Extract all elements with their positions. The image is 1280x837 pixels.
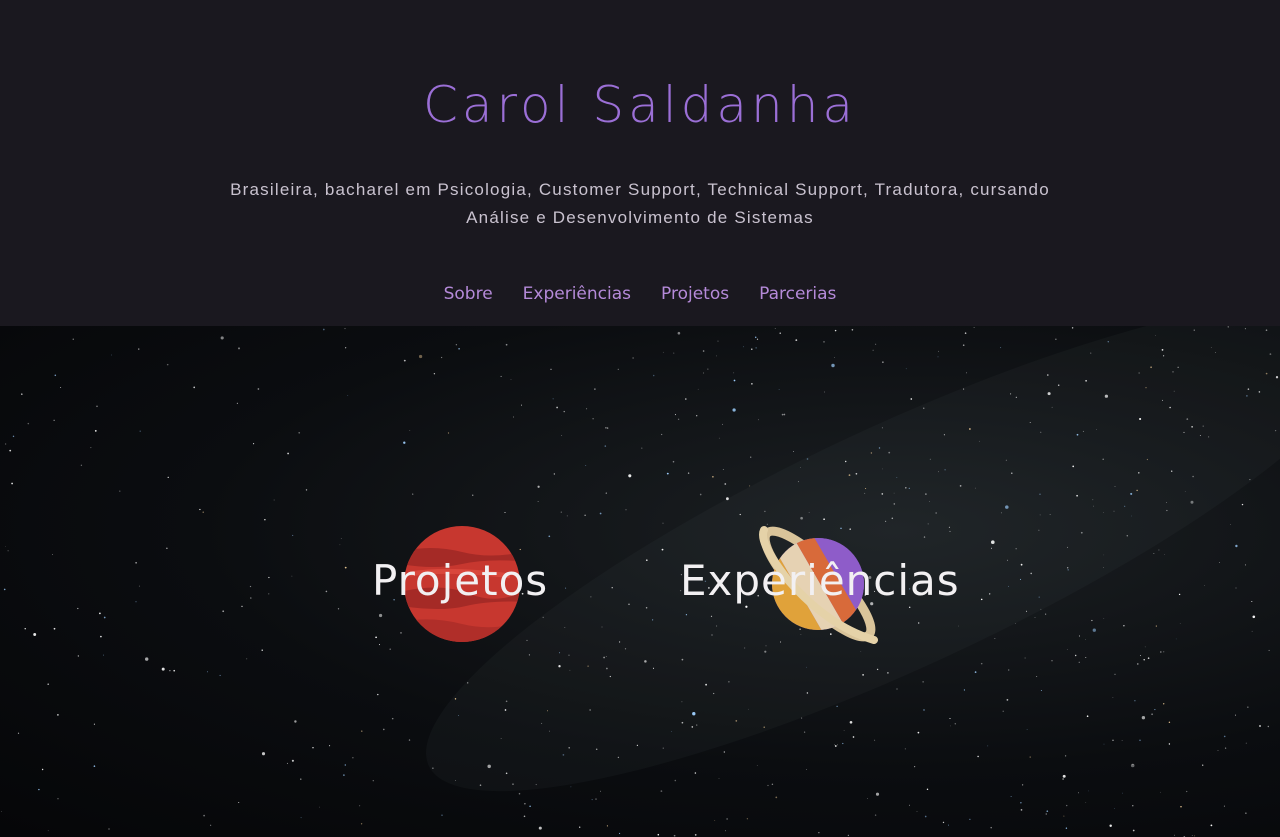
site-tagline: Brasileira, bacharel em Psicologia, Cust… <box>190 176 1090 232</box>
projetos-label: Projetos <box>372 556 549 605</box>
nav-item-projetos[interactable]: Projetos <box>661 284 729 304</box>
nav-item-sobre[interactable]: Sobre <box>444 284 493 304</box>
hero-starfield: Projetos Experiências <box>0 326 1280 837</box>
nav-item-experiencias[interactable]: Experiências <box>523 284 631 304</box>
tagline-line-2: Análise e Desenvolvimento de Sistemas <box>466 208 814 227</box>
starfield-background <box>1 326 1280 837</box>
nav-item-parcerias[interactable]: Parcerias <box>759 284 836 304</box>
main-nav: Sobre Experiências Projetos Parcerias <box>0 284 1280 304</box>
experiencias-planet-link[interactable]: Experiências <box>678 522 960 644</box>
projetos-planet-link[interactable]: Projetos <box>370 522 550 644</box>
site-header: Carol Saldanha Brasileira, bacharel em P… <box>0 0 1280 326</box>
site-title: Carol Saldanha <box>422 76 858 134</box>
tagline-line-1: Brasileira, bacharel em Psicologia, Cust… <box>230 180 1050 199</box>
experiencias-label: Experiências <box>680 556 960 605</box>
